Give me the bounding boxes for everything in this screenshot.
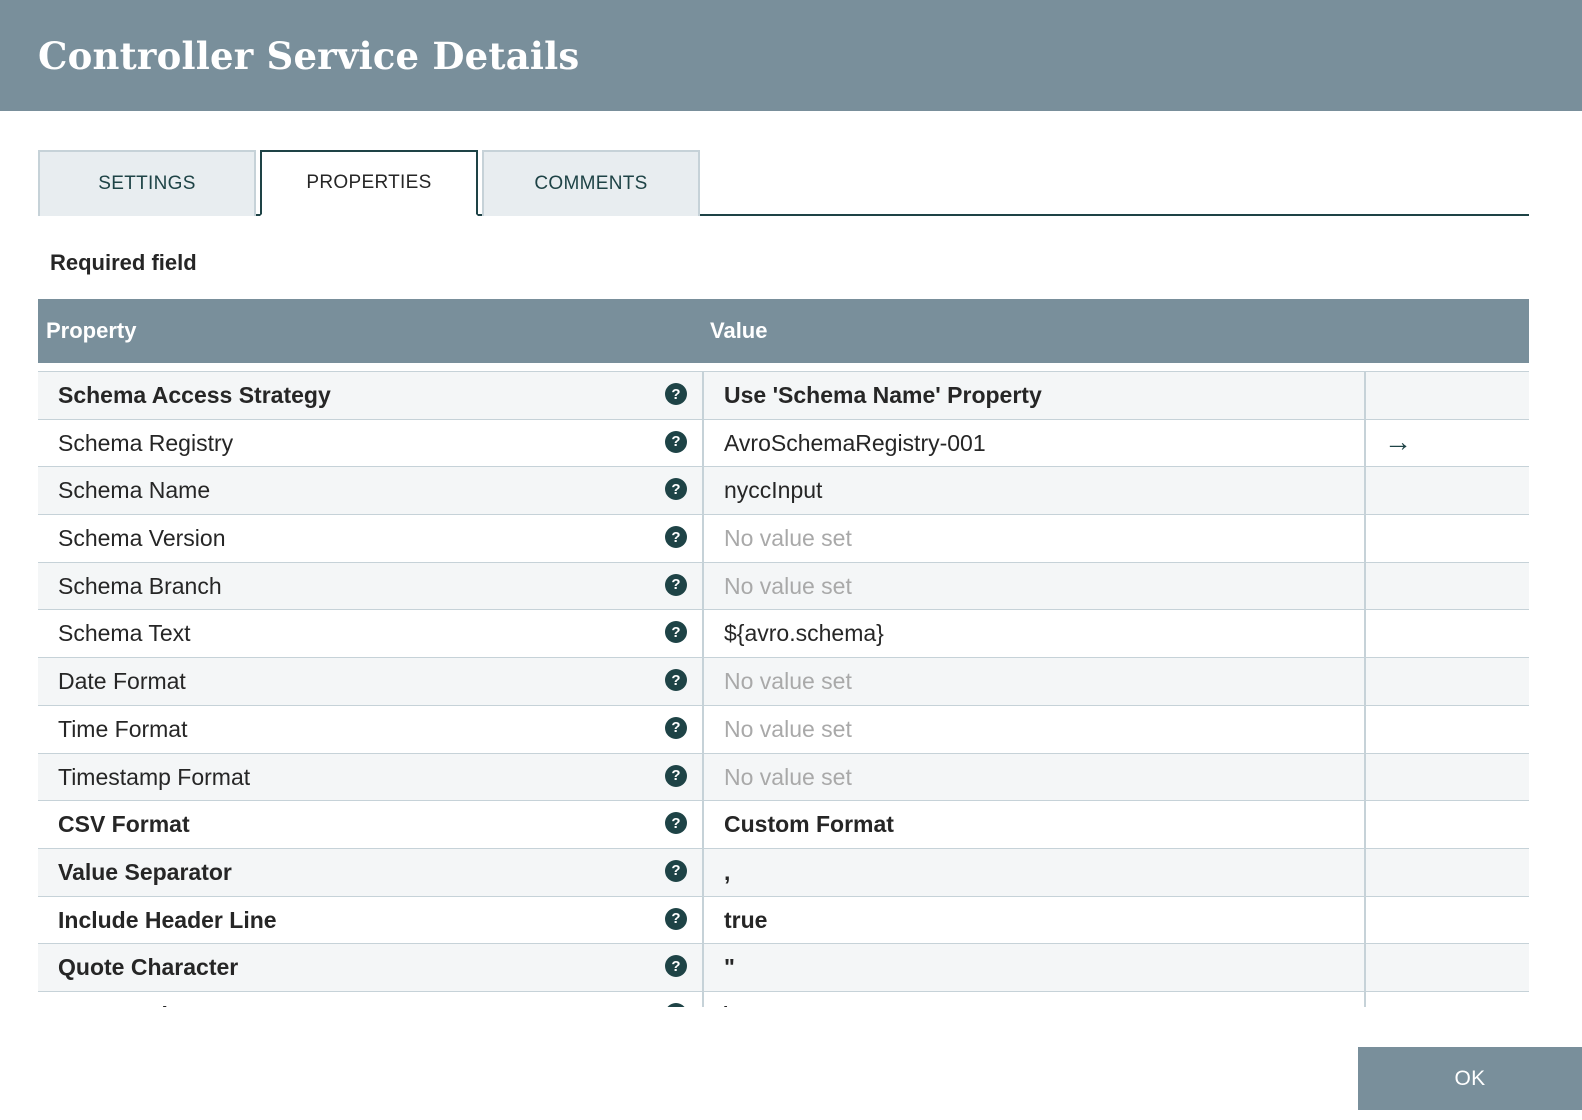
property-value[interactable]: Use 'Schema Name' Property — [724, 382, 1042, 409]
property-name: Time Format — [58, 715, 188, 742]
column-divider — [702, 705, 704, 753]
help-icon[interactable]: ? — [665, 1002, 687, 1007]
help-icon[interactable]: ? — [665, 907, 687, 930]
property-name: Schema Access Strategy — [58, 382, 331, 408]
property-value[interactable]: \ — [724, 1002, 730, 1007]
column-divider — [1364, 467, 1366, 515]
help-icon[interactable]: ? — [665, 573, 687, 596]
table-row[interactable]: Schema Version? No value set — [38, 514, 1529, 562]
tab-comments[interactable]: COMMENTS — [482, 150, 700, 216]
table-row[interactable]: Schema Registry? AvroSchemaRegistry-001 → — [38, 418, 1529, 467]
column-divider — [1364, 658, 1366, 705]
help-icon[interactable]: ? — [665, 716, 687, 739]
help-icon[interactable]: ? — [665, 430, 687, 453]
column-divider — [702, 991, 704, 1007]
column-divider — [702, 801, 704, 848]
property-value[interactable]: No value set — [724, 525, 852, 552]
table-row[interactable]: Date Format? No value set — [38, 657, 1529, 705]
property-name: Schema Text — [58, 620, 191, 647]
column-header-value[interactable]: Value — [710, 318, 767, 344]
dialog-title: Controller Service Details — [38, 34, 580, 78]
table-row[interactable]: Time Format? No value set — [38, 704, 1529, 753]
help-icon[interactable]: ? — [665, 478, 687, 501]
property-value[interactable]: No value set — [724, 764, 852, 791]
column-divider — [702, 372, 704, 419]
table-row[interactable]: CSV Format? Custom Format — [38, 800, 1529, 848]
help-icon[interactable]: ? — [665, 955, 687, 978]
column-divider — [1364, 848, 1366, 896]
tab-settings[interactable]: SETTINGS — [38, 150, 256, 216]
table-row[interactable]: Timestamp Format? No value set — [38, 752, 1529, 801]
column-divider — [1364, 705, 1366, 753]
column-divider — [1364, 753, 1366, 801]
column-divider — [1364, 372, 1366, 419]
column-divider — [1364, 610, 1366, 658]
column-divider — [702, 658, 704, 705]
property-value[interactable]: Custom Format — [724, 811, 894, 838]
properties-table: Property Value Schema Access Strategy? Us… — [38, 299, 1529, 1007]
property-name: Timestamp Format — [58, 763, 251, 790]
column-divider — [702, 419, 704, 467]
column-divider — [702, 515, 704, 562]
property-name: Date Format — [58, 668, 186, 695]
column-divider — [1364, 896, 1366, 944]
column-divider — [702, 753, 704, 801]
table-row[interactable]: Schema Name? nyccInput — [38, 466, 1529, 515]
property-value[interactable]: , — [724, 859, 730, 886]
property-value[interactable]: " — [724, 954, 735, 981]
dialog-header: Controller Service Details — [0, 0, 1582, 111]
property-name: CSV Format — [58, 811, 190, 838]
property-value[interactable]: AvroSchemaRegistry-001 — [724, 430, 986, 457]
table-row[interactable]: Include Header Line? true — [38, 895, 1529, 944]
table-row[interactable]: Schema Access Strategy? Use 'Schema Name'… — [38, 371, 1529, 419]
table-row[interactable]: Schema Branch? No value set — [38, 561, 1529, 610]
property-name: Schema Registry — [58, 429, 234, 456]
property-value[interactable]: No value set — [724, 668, 852, 695]
column-divider — [1364, 944, 1366, 991]
table-row[interactable]: Escape Character? \ — [38, 990, 1529, 1007]
table-header: Property Value — [38, 299, 1529, 363]
table-body: Schema Access Strategy? Use 'Schema Name'… — [38, 371, 1529, 1007]
property-value[interactable]: No value set — [724, 716, 852, 743]
column-divider — [702, 848, 704, 896]
help-icon[interactable]: ? — [665, 383, 687, 405]
table-row[interactable]: Schema Text? ${avro.schema} — [38, 609, 1529, 658]
required-field-legend: Required field — [50, 250, 197, 275]
tab-properties[interactable]: PROPERTIES — [260, 150, 478, 216]
column-divider — [1364, 515, 1366, 562]
property-name: Schema Branch — [58, 572, 222, 599]
column-divider — [702, 562, 704, 610]
column-divider — [1364, 419, 1366, 467]
property-value[interactable]: true — [724, 907, 767, 934]
help-icon[interactable]: ? — [665, 764, 687, 787]
column-divider — [1364, 801, 1366, 848]
help-icon[interactable]: ? — [665, 526, 687, 549]
column-divider — [702, 467, 704, 515]
go-to-service-arrow-icon[interactable]: → — [1384, 426, 1412, 458]
property-value[interactable]: ${avro.schema} — [724, 620, 884, 647]
ok-button[interactable]: OK — [1358, 1047, 1582, 1110]
column-divider — [1364, 562, 1366, 610]
table-row[interactable]: Value Separator?, — [38, 847, 1529, 896]
help-icon[interactable]: ? — [665, 812, 687, 835]
property-value[interactable]: No value set — [724, 573, 852, 600]
property-name: Quote Character — [58, 954, 239, 981]
tab-bar: SETTINGS PROPERTIES COMMENTS — [38, 150, 1529, 216]
column-divider — [702, 610, 704, 658]
column-header-property[interactable]: Property — [46, 318, 136, 344]
property-name: Value Separator — [58, 858, 232, 885]
help-icon[interactable]: ? — [665, 669, 687, 692]
column-divider — [702, 944, 704, 991]
property-value[interactable]: nyccInput — [724, 477, 822, 504]
help-icon[interactable]: ? — [665, 859, 687, 882]
property-name: Include Header Line — [58, 906, 277, 933]
property-name: Schema Name — [58, 477, 211, 504]
column-divider — [702, 896, 704, 944]
property-name: Schema Version — [58, 525, 226, 552]
property-name: Escape Character — [58, 1002, 252, 1007]
help-icon[interactable]: ? — [665, 621, 687, 644]
column-divider — [1364, 991, 1366, 1007]
table-row[interactable]: Quote Character? " — [38, 943, 1529, 991]
